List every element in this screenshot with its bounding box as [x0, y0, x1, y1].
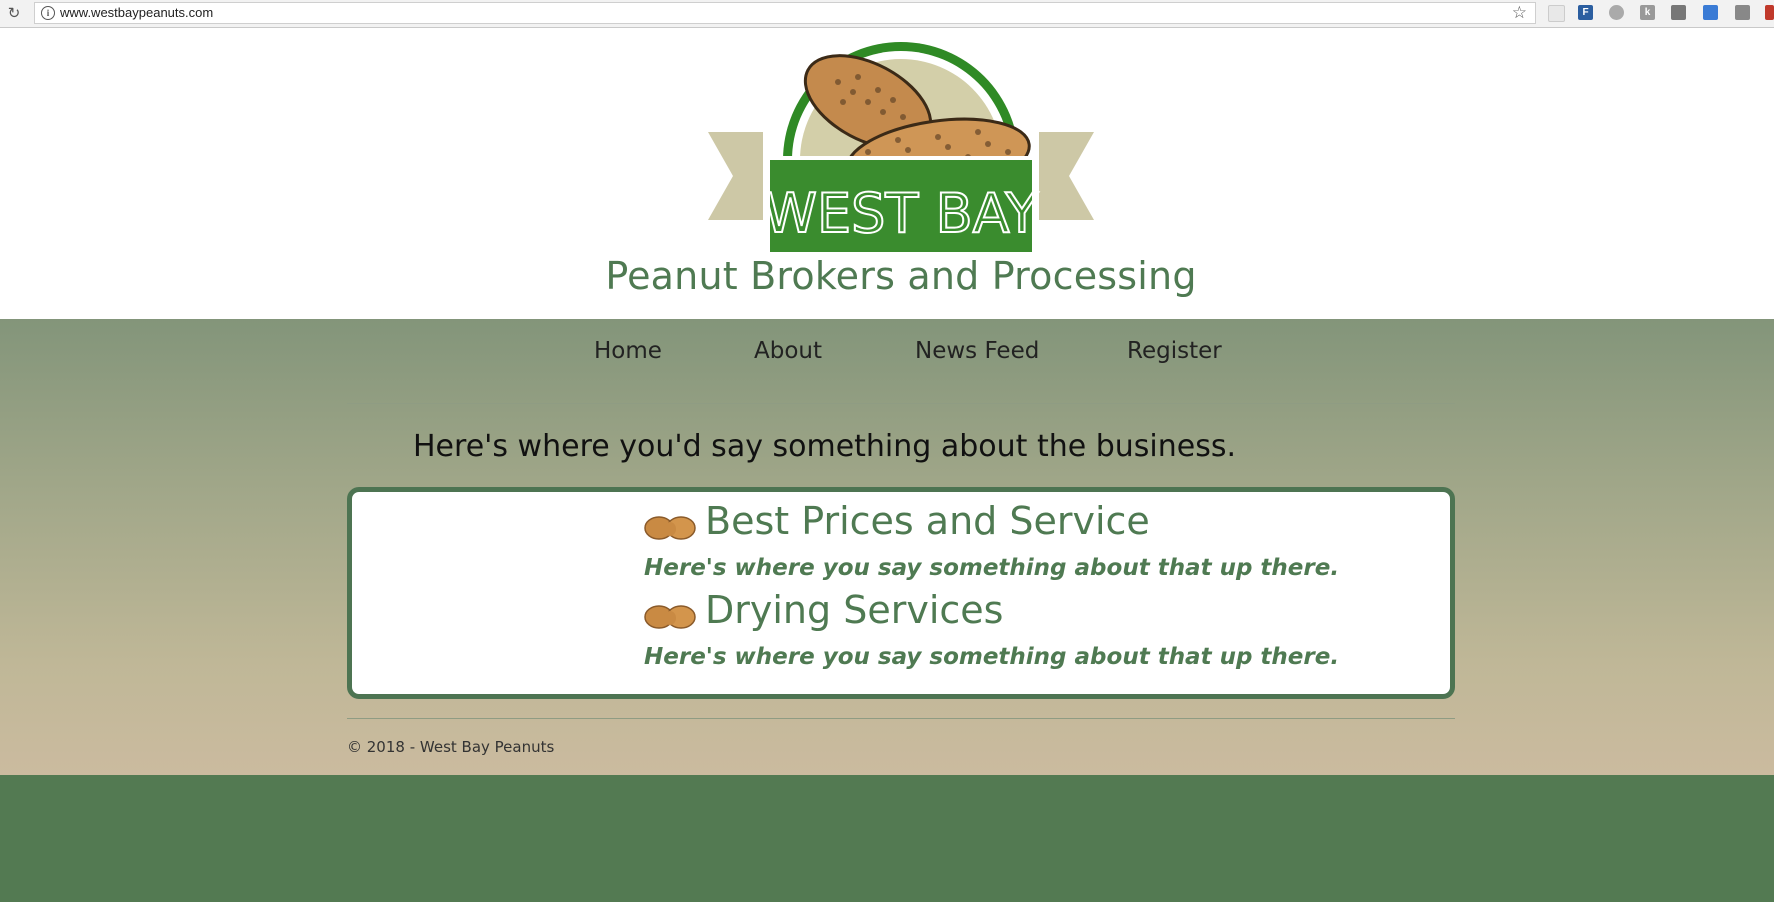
reload-icon[interactable]: ↻	[6, 5, 22, 21]
site-header: WEST BAY Peanut Brokers and Processing	[0, 28, 1774, 319]
logo-text: WEST BAY	[764, 182, 1040, 245]
intro-heading: Here's where you'd say something about t…	[413, 429, 1237, 464]
extension-box-icon[interactable]	[1671, 5, 1686, 20]
peanut-icon	[644, 516, 696, 540]
nav-home[interactable]: Home	[594, 338, 662, 364]
footer-divider	[347, 718, 1455, 719]
peanut-icon	[644, 605, 696, 629]
tagline: Peanut Brokers and Processing	[605, 254, 1197, 298]
nav-divider	[347, 403, 1455, 404]
service-title-prices: Best Prices and Service	[705, 499, 1150, 543]
nav-news-feed[interactable]: News Feed	[915, 338, 1039, 364]
west-bay-logo[interactable]: WEST BAY	[708, 32, 1094, 256]
extension-mail-icon[interactable]	[1548, 5, 1565, 22]
extension-f-icon[interactable]: F	[1578, 5, 1593, 20]
footer-copyright: © 2018 - West Bay Peanuts	[347, 738, 555, 756]
extension-red-icon[interactable]	[1765, 5, 1774, 20]
extension-square-icon[interactable]	[1703, 5, 1718, 20]
bookmark-star-icon[interactable]: ☆	[1512, 3, 1527, 23]
url-text[interactable]: www.westbaypeanuts.com	[60, 5, 213, 20]
page-bottom-band	[0, 775, 1774, 902]
nav-register[interactable]: Register	[1127, 338, 1222, 364]
nav-about[interactable]: About	[754, 338, 822, 364]
main-nav: Home About News Feed Register	[0, 319, 1774, 403]
extension-cloud-icon[interactable]	[1609, 5, 1624, 20]
service-title-drying: Drying Services	[705, 588, 1004, 632]
main-content: Home About News Feed Register Here's whe…	[0, 319, 1774, 775]
browser-toolbar: ↻ i www.westbaypeanuts.com ☆ F k	[0, 0, 1774, 28]
service-desc-prices: Here's where you say something about tha…	[644, 555, 1340, 581]
address-bar[interactable]: i www.westbaypeanuts.com ☆	[34, 2, 1536, 24]
extension-pen-icon[interactable]	[1735, 5, 1750, 20]
service-desc-drying: Here's where you say something about tha…	[644, 644, 1340, 670]
extension-k-icon[interactable]: k	[1640, 5, 1655, 20]
info-icon[interactable]: i	[41, 6, 55, 20]
services-panel: Best Prices and Service Here's where you…	[347, 487, 1455, 699]
